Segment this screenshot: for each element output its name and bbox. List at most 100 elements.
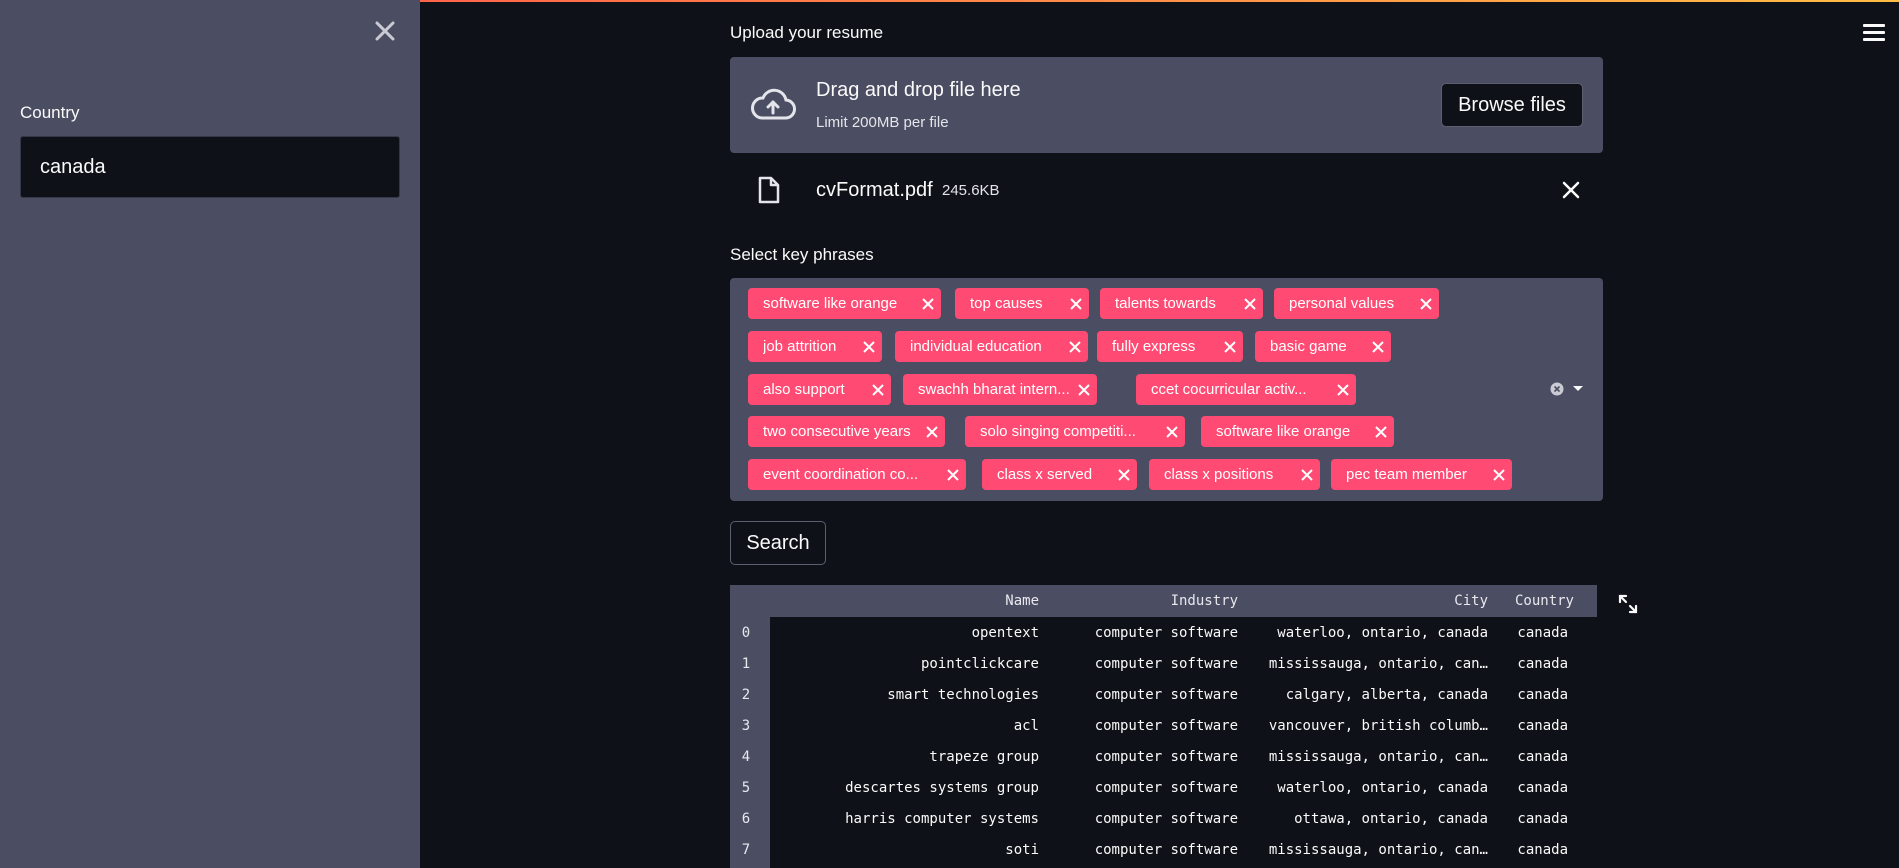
- menu-icon[interactable]: [1863, 24, 1885, 44]
- row-index: 3: [741, 718, 751, 734]
- keyphrases-label: Select key phrases: [730, 245, 874, 264]
- column-header-city[interactable]: City: [1250, 593, 1488, 609]
- tag-label: talents towards: [1115, 295, 1216, 312]
- keyphrase-tag: solo singing competiti...: [965, 416, 1185, 447]
- file-dropzone[interactable]: Drag and drop file here Limit 200MB per …: [730, 57, 1603, 153]
- fullscreen-icon[interactable]: [1618, 594, 1638, 614]
- cell-city: waterloo, ontario, canada: [1277, 625, 1488, 641]
- cell-name: acl: [1013, 718, 1039, 734]
- cell-city: mississauga, ontario, can…: [1268, 842, 1488, 858]
- remove-tag-icon[interactable]: [1111, 468, 1137, 481]
- remove-tag-icon[interactable]: [856, 340, 882, 353]
- remove-tag-icon[interactable]: [1237, 297, 1263, 310]
- remove-file-icon[interactable]: [1562, 181, 1580, 199]
- tag-label: class x positions: [1164, 466, 1274, 483]
- tag-label: basic game: [1270, 338, 1347, 355]
- remove-tag-icon[interactable]: [1294, 468, 1320, 481]
- keyphrase-tag: swachh bharat intern...: [903, 374, 1097, 405]
- search-button[interactable]: Search: [730, 521, 826, 565]
- table-row[interactable]: 6 harris computer systems computer softw…: [730, 804, 1597, 835]
- tag-label: two consecutive years: [763, 423, 911, 440]
- table-row[interactable]: 5 descartes systems group computer softw…: [730, 773, 1597, 804]
- tag-label: ccet cocurricular activ...: [1151, 381, 1307, 398]
- remove-tag-icon[interactable]: [1159, 425, 1185, 438]
- keyphrase-tag: software like orange: [1201, 416, 1394, 447]
- cell-city: vancouver, british columb…: [1268, 718, 1488, 734]
- remove-tag-icon[interactable]: [865, 383, 891, 396]
- keyphrase-tag: personal values: [1274, 288, 1439, 319]
- cell-industry: computer software: [1094, 780, 1238, 796]
- tag-label: class x served: [997, 466, 1093, 483]
- table-row[interactable]: 1 pointclickcare computer software missi…: [730, 649, 1597, 680]
- file-icon: [758, 176, 780, 204]
- remove-tag-icon[interactable]: [940, 468, 966, 481]
- country-input[interactable]: [20, 136, 400, 198]
- remove-tag-icon[interactable]: [1365, 340, 1391, 353]
- row-index: 0: [741, 625, 751, 641]
- column-header-country[interactable]: Country: [1488, 593, 1574, 609]
- keyphrase-tag: two consecutive years: [748, 416, 945, 447]
- cell-industry: computer software: [1094, 811, 1238, 827]
- cell-name: opentext: [971, 625, 1039, 641]
- results-table[interactable]: Name Industry City Country 0 opentext co…: [730, 585, 1597, 868]
- cell-country: canada: [1517, 687, 1568, 703]
- cell-name: harris computer systems: [845, 811, 1039, 827]
- tag-label: individual education: [910, 338, 1042, 355]
- cell-name: descartes systems group: [845, 780, 1039, 796]
- row-index: 4: [741, 749, 751, 765]
- remove-tag-icon[interactable]: [1486, 468, 1512, 481]
- cell-city: ottawa, ontario, canada: [1294, 811, 1488, 827]
- cell-name: trapeze group: [929, 749, 1039, 765]
- keyphrase-tag: basic game: [1255, 331, 1391, 362]
- table-row[interactable]: 4 trapeze group computer software missis…: [730, 742, 1597, 773]
- file-name: cvFormat.pdf: [816, 179, 933, 201]
- table-row[interactable]: 0 opentext computer software waterloo, o…: [730, 618, 1597, 649]
- cloud-upload-icon: [751, 88, 796, 120]
- dropzone-title: Drag and drop file here: [816, 79, 1021, 101]
- cell-industry: computer software: [1094, 687, 1238, 703]
- remove-tag-icon[interactable]: [1071, 383, 1097, 396]
- remove-tag-icon[interactable]: [1330, 383, 1356, 396]
- remove-tag-icon[interactable]: [1217, 340, 1243, 353]
- remove-tag-icon[interactable]: [919, 425, 945, 438]
- tag-label: pec team member: [1346, 466, 1467, 483]
- cell-industry: computer software: [1094, 749, 1238, 765]
- remove-tag-icon[interactable]: [1368, 425, 1394, 438]
- clear-all-icon[interactable]: [1550, 382, 1564, 396]
- column-header-industry[interactable]: Industry: [1038, 593, 1238, 609]
- tag-label: software like orange: [763, 295, 898, 312]
- remove-tag-icon[interactable]: [1062, 340, 1088, 353]
- sidebar: Country: [0, 0, 420, 868]
- uploaded-file: cvFormat.pdf 245.6KB: [730, 168, 1603, 212]
- remove-tag-icon[interactable]: [1063, 297, 1089, 310]
- cell-industry: computer software: [1094, 718, 1238, 734]
- cell-country: canada: [1517, 749, 1568, 765]
- table-row[interactable]: 3 acl computer software vancouver, briti…: [730, 711, 1597, 742]
- cell-city: waterloo, ontario, canada: [1277, 780, 1488, 796]
- remove-tag-icon[interactable]: [915, 297, 941, 310]
- cell-country: canada: [1517, 842, 1568, 858]
- browse-files-button[interactable]: Browse files: [1441, 83, 1583, 127]
- close-sidebar-icon[interactable]: [374, 20, 396, 42]
- table-header: Name Industry City Country: [730, 585, 1597, 617]
- chevron-down-icon[interactable]: [1572, 384, 1584, 394]
- keyphrase-tag: also support: [748, 374, 891, 405]
- row-index: 2: [741, 687, 751, 703]
- country-label: Country: [20, 103, 80, 122]
- remove-tag-icon[interactable]: [1413, 297, 1439, 310]
- table-row[interactable]: 7 soti computer software mississauga, on…: [730, 835, 1597, 866]
- keyphrase-tag: top causes: [955, 288, 1089, 319]
- table-row[interactable]: 2 smart technologies computer software c…: [730, 680, 1597, 711]
- cell-city: calgary, alberta, canada: [1285, 687, 1488, 703]
- keyphrase-multiselect[interactable]: software like orange top causes talents …: [730, 278, 1603, 501]
- cell-city: mississauga, ontario, can…: [1268, 656, 1488, 672]
- column-header-name[interactable]: Name: [830, 593, 1039, 609]
- cell-name: pointclickcare: [920, 656, 1039, 672]
- tag-label: swachh bharat intern...: [918, 381, 1070, 398]
- keyphrase-tag: class x served: [982, 459, 1137, 490]
- cell-country: canada: [1517, 780, 1568, 796]
- cell-country: canada: [1517, 656, 1568, 672]
- cell-city: mississauga, ontario, can…: [1268, 749, 1488, 765]
- dropzone-limit: Limit 200MB per file: [816, 114, 949, 131]
- tag-label: also support: [763, 381, 845, 398]
